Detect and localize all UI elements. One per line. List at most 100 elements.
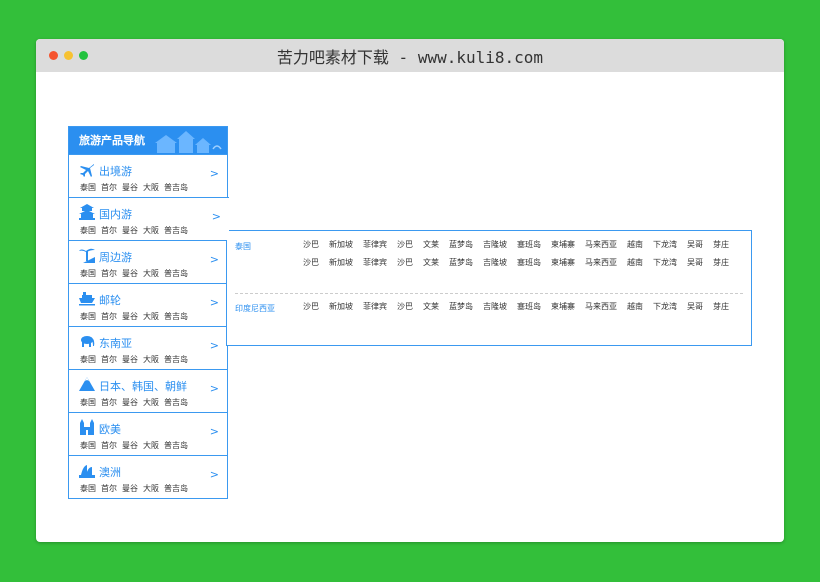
city-link[interactable]: 塞班岛 bbox=[517, 298, 541, 316]
destination-link[interactable]: 首尔 bbox=[101, 441, 117, 450]
city-link[interactable]: 下龙湾 bbox=[653, 254, 677, 272]
destination-link[interactable]: 普吉岛 bbox=[164, 484, 188, 493]
destination-link[interactable]: 泰国 bbox=[80, 484, 96, 493]
city-link[interactable]: 马来西亚 bbox=[585, 236, 617, 254]
destination-link[interactable]: 曼谷 bbox=[122, 312, 138, 321]
city-link[interactable]: 芽庄 bbox=[713, 236, 729, 254]
destination-link[interactable]: 泰国 bbox=[80, 226, 96, 235]
city-link[interactable]: 塞班岛 bbox=[517, 254, 541, 272]
city-link[interactable]: 越南 bbox=[627, 298, 643, 316]
nav-item-title[interactable]: 国内游 bbox=[99, 206, 132, 222]
destination-link[interactable]: 曼谷 bbox=[122, 484, 138, 493]
nav-item-title[interactable]: 周边游 bbox=[99, 249, 132, 265]
nav-item-4[interactable]: 邮轮 泰国 首尔 曼谷 大阪 普吉岛 > bbox=[69, 283, 227, 326]
destination-link[interactable]: 普吉岛 bbox=[164, 269, 188, 278]
city-link[interactable]: 新加坡 bbox=[329, 236, 353, 254]
city-link[interactable]: 柬埔寨 bbox=[551, 298, 575, 316]
city-link[interactable]: 越南 bbox=[627, 254, 643, 272]
nav-item-title[interactable]: 日本、韩国、朝鲜 bbox=[99, 378, 187, 394]
nav-item-3[interactable]: 周边游 泰国 首尔 曼谷 大阪 普吉岛 > bbox=[69, 240, 227, 283]
destination-link[interactable]: 普吉岛 bbox=[164, 441, 188, 450]
destination-link[interactable]: 曼谷 bbox=[122, 355, 138, 364]
destination-link[interactable]: 首尔 bbox=[101, 312, 117, 321]
destination-link[interactable]: 首尔 bbox=[101, 269, 117, 278]
destination-link[interactable]: 泰国 bbox=[80, 312, 96, 321]
destination-link[interactable]: 曼谷 bbox=[122, 269, 138, 278]
destination-link[interactable]: 大阪 bbox=[143, 441, 159, 450]
nav-item-title[interactable]: 东南亚 bbox=[99, 335, 132, 351]
destination-link[interactable]: 泰国 bbox=[80, 355, 96, 364]
chevron-right-icon[interactable]: > bbox=[210, 296, 219, 309]
city-link[interactable]: 菲律宾 bbox=[363, 236, 387, 254]
city-link[interactable]: 蓝梦岛 bbox=[449, 298, 473, 316]
destination-link[interactable]: 泰国 bbox=[80, 183, 96, 192]
city-link[interactable]: 菲律宾 bbox=[363, 254, 387, 272]
destination-link[interactable]: 大阪 bbox=[143, 312, 159, 321]
chevron-right-icon[interactable]: > bbox=[210, 339, 219, 352]
city-link[interactable]: 塞班岛 bbox=[517, 236, 541, 254]
city-link[interactable]: 沙巴 bbox=[303, 254, 319, 272]
destination-link[interactable]: 曼谷 bbox=[122, 183, 138, 192]
city-link[interactable]: 文莱 bbox=[423, 298, 439, 316]
city-link[interactable]: 吉隆坡 bbox=[483, 236, 507, 254]
nav-item-2[interactable]: 国内游 泰国 首尔 曼谷 大阪 普吉岛 > bbox=[69, 197, 229, 240]
chevron-right-icon[interactable]: > bbox=[210, 382, 219, 395]
nav-item-title[interactable]: 澳洲 bbox=[99, 464, 121, 480]
nav-item-title[interactable]: 欧美 bbox=[99, 421, 121, 437]
city-link[interactable]: 柬埔寨 bbox=[551, 254, 575, 272]
destination-link[interactable]: 普吉岛 bbox=[164, 183, 188, 192]
city-link[interactable]: 吴哥 bbox=[687, 236, 703, 254]
destination-link[interactable]: 大阪 bbox=[143, 398, 159, 407]
region-name[interactable]: 印度尼西亚 bbox=[235, 303, 275, 314]
destination-link[interactable]: 首尔 bbox=[101, 484, 117, 493]
destination-link[interactable]: 首尔 bbox=[101, 355, 117, 364]
destination-link[interactable]: 普吉岛 bbox=[164, 312, 188, 321]
city-link[interactable]: 菲律宾 bbox=[363, 298, 387, 316]
destination-link[interactable]: 曼谷 bbox=[122, 398, 138, 407]
nav-item-title[interactable]: 邮轮 bbox=[99, 292, 121, 308]
chevron-right-icon[interactable]: > bbox=[210, 468, 219, 481]
destination-link[interactable]: 曼谷 bbox=[122, 441, 138, 450]
destination-link[interactable]: 普吉岛 bbox=[164, 355, 188, 364]
destination-link[interactable]: 大阪 bbox=[143, 183, 159, 192]
destination-link[interactable]: 曼谷 bbox=[122, 226, 138, 235]
destination-link[interactable]: 大阪 bbox=[143, 355, 159, 364]
city-link[interactable]: 沙巴 bbox=[397, 254, 413, 272]
city-link[interactable]: 沙巴 bbox=[397, 298, 413, 316]
city-link[interactable]: 马来西亚 bbox=[585, 298, 617, 316]
city-link[interactable]: 越南 bbox=[627, 236, 643, 254]
city-link[interactable]: 马来西亚 bbox=[585, 254, 617, 272]
destination-link[interactable]: 泰国 bbox=[80, 398, 96, 407]
region-name[interactable]: 泰国 bbox=[235, 241, 251, 252]
nav-item-6[interactable]: 日本、韩国、朝鲜 泰国 首尔 曼谷 大阪 普吉岛 > bbox=[69, 369, 227, 412]
chevron-right-icon[interactable]: > bbox=[210, 167, 219, 180]
nav-item-7[interactable]: 欧美 泰国 首尔 曼谷 大阪 普吉岛 > bbox=[69, 412, 227, 455]
nav-item-5[interactable]: 东南亚 泰国 首尔 曼谷 大阪 普吉岛 > bbox=[69, 326, 227, 369]
destination-link[interactable]: 普吉岛 bbox=[164, 226, 188, 235]
city-link[interactable]: 下龙湾 bbox=[653, 298, 677, 316]
destination-link[interactable]: 大阪 bbox=[143, 484, 159, 493]
destination-link[interactable]: 首尔 bbox=[101, 183, 117, 192]
destination-link[interactable]: 普吉岛 bbox=[164, 398, 188, 407]
city-link[interactable]: 沙巴 bbox=[303, 236, 319, 254]
city-link[interactable]: 吴哥 bbox=[687, 254, 703, 272]
city-link[interactable]: 新加坡 bbox=[329, 254, 353, 272]
city-link[interactable]: 文莱 bbox=[423, 254, 439, 272]
destination-link[interactable]: 大阪 bbox=[143, 269, 159, 278]
city-link[interactable]: 沙巴 bbox=[303, 298, 319, 316]
nav-item-1[interactable]: 出境游 泰国 首尔 曼谷 大阪 普吉岛 > bbox=[69, 154, 227, 197]
destination-link[interactable]: 泰国 bbox=[80, 269, 96, 278]
city-link[interactable]: 沙巴 bbox=[397, 236, 413, 254]
chevron-right-icon[interactable]: > bbox=[210, 253, 219, 266]
city-link[interactable]: 柬埔寨 bbox=[551, 236, 575, 254]
city-link[interactable]: 吉隆坡 bbox=[483, 254, 507, 272]
nav-item-8[interactable]: 澳洲 泰国 首尔 曼谷 大阪 普吉岛 > bbox=[69, 455, 227, 498]
city-link[interactable]: 文莱 bbox=[423, 236, 439, 254]
city-link[interactable]: 芽庄 bbox=[713, 298, 729, 316]
city-link[interactable]: 吉隆坡 bbox=[483, 298, 507, 316]
nav-item-title[interactable]: 出境游 bbox=[99, 163, 132, 179]
destination-link[interactable]: 首尔 bbox=[101, 226, 117, 235]
destination-link[interactable]: 首尔 bbox=[101, 398, 117, 407]
city-link[interactable]: 蓝梦岛 bbox=[449, 254, 473, 272]
destination-link[interactable]: 大阪 bbox=[143, 226, 159, 235]
